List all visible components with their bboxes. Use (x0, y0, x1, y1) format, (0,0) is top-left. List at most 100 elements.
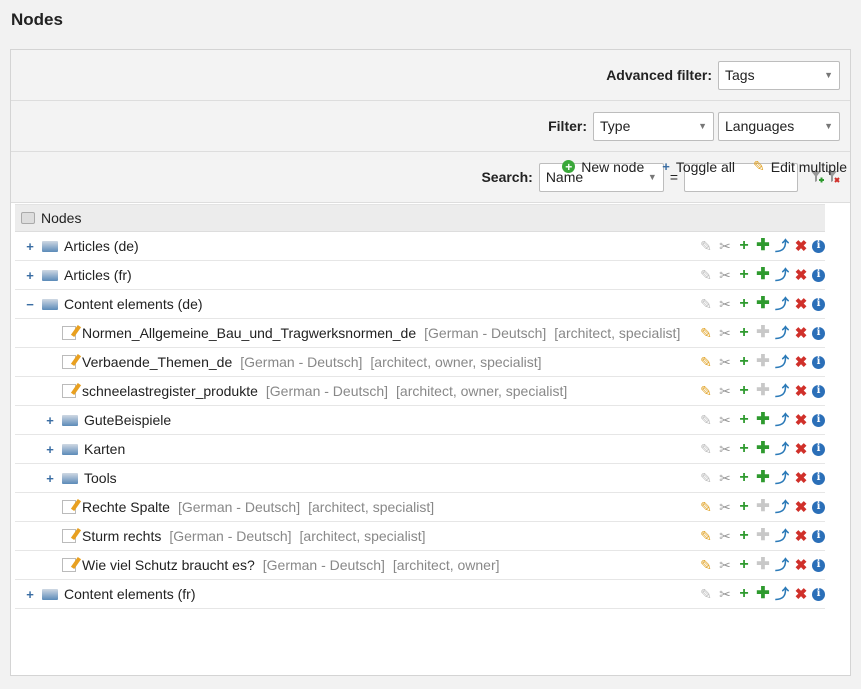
node-name[interactable]: Articles (fr) (64, 267, 132, 283)
delete-icon[interactable]: ✖ (793, 412, 809, 428)
delete-icon[interactable]: ✖ (793, 499, 809, 515)
delete-icon[interactable]: ✖ (793, 441, 809, 457)
node-name[interactable]: Articles (de) (64, 238, 139, 254)
info-icon[interactable]: i (812, 471, 825, 485)
add-child-icon[interactable]: ✚ (755, 441, 771, 457)
node-name[interactable]: Karten (84, 441, 125, 457)
info-icon[interactable]: i (812, 326, 825, 340)
pencil-icon[interactable]: ✎ (698, 557, 714, 573)
add-icon[interactable]: + (736, 412, 752, 428)
node-name[interactable]: Tools (84, 470, 117, 486)
edit-multiple-button[interactable]: ✎ Edit multiple (753, 158, 847, 175)
cut-icon[interactable]: ✂ (717, 441, 733, 457)
node-name[interactable]: Verbaende_Themen_de (82, 354, 232, 370)
tree-row-document[interactable]: Sturm rechts [German - Deutsch] [architect… (15, 522, 825, 551)
info-icon[interactable]: i (812, 558, 825, 572)
info-icon[interactable]: i (812, 384, 825, 398)
add-icon[interactable]: + (736, 325, 752, 341)
node-name[interactable]: Rechte Spalte (82, 499, 170, 515)
tree-row-folder[interactable]: + Tools ✎ ✂ + ✚ ⤴ ✖ i (15, 464, 825, 493)
cut-icon[interactable]: ✂ (717, 238, 733, 254)
tree-row-folder[interactable]: + Karten ✎ ✂ + ✚ ⤴ ✖ i (15, 435, 825, 464)
info-icon[interactable]: i (812, 239, 825, 253)
node-name[interactable]: Content elements (de) (64, 296, 203, 312)
expand-icon[interactable]: + (24, 587, 36, 602)
cut-icon[interactable]: ✂ (717, 296, 733, 312)
type-select[interactable]: Type ▼ (593, 111, 714, 141)
delete-icon[interactable]: ✖ (793, 354, 809, 370)
tree-row-folder[interactable]: + GuteBeispiele ✎ ✂ + ✚ ⤴ ✖ i (15, 406, 825, 435)
cut-icon[interactable]: ✂ (717, 586, 733, 602)
tags-select[interactable]: Tags ▼ (718, 60, 840, 90)
tree-row-folder[interactable]: + Articles (fr) ✎ ✂ + ✚ ⤴ ✖ i (15, 261, 825, 290)
add-icon[interactable]: + (736, 354, 752, 370)
delete-icon[interactable]: ✖ (793, 383, 809, 399)
expand-icon[interactable]: + (44, 413, 56, 428)
add-icon[interactable]: + (736, 470, 752, 486)
add-icon[interactable]: + (736, 557, 752, 573)
node-name[interactable]: GuteBeispiele (84, 412, 171, 428)
move-icon[interactable]: ⤴ (774, 296, 790, 312)
info-icon[interactable]: i (812, 442, 825, 456)
delete-icon[interactable]: ✖ (793, 586, 809, 602)
info-icon[interactable]: i (812, 587, 825, 601)
expand-icon[interactable]: + (24, 268, 36, 283)
cut-icon[interactable]: ✂ (717, 354, 733, 370)
info-icon[interactable]: i (812, 413, 825, 427)
collapse-icon[interactable]: − (24, 297, 36, 312)
tree-row-document[interactable]: schneelastregister_produkte [German - Deu… (15, 377, 825, 406)
move-icon[interactable]: ⤴ (774, 586, 790, 602)
move-icon[interactable]: ⤴ (774, 238, 790, 254)
tree-row-folder[interactable]: + Articles (de) ✎ ✂ + ✚ ⤴ ✖ i (15, 232, 825, 261)
tree-row-document[interactable]: Normen_Allgemeine_Bau_und_Tragwerksnorme… (15, 319, 825, 348)
tree-row-folder[interactable]: − Content elements (de) ✎ ✂ + ✚ ⤴ ✖ i (15, 290, 825, 319)
languages-select[interactable]: Languages ▼ (718, 111, 840, 141)
cut-icon[interactable]: ✂ (717, 470, 733, 486)
expand-icon[interactable]: + (24, 239, 36, 254)
expand-icon[interactable]: + (44, 442, 56, 457)
add-child-icon[interactable]: ✚ (755, 267, 771, 283)
node-name[interactable]: Wie viel Schutz braucht es? (82, 557, 255, 573)
expand-icon[interactable]: + (44, 471, 56, 486)
info-icon[interactable]: i (812, 297, 825, 311)
move-icon[interactable]: ⤴ (774, 354, 790, 370)
move-icon[interactable]: ⤴ (774, 383, 790, 399)
add-child-icon[interactable]: ✚ (755, 412, 771, 428)
add-child-icon[interactable]: ✚ (755, 238, 771, 254)
cut-icon[interactable]: ✂ (717, 412, 733, 428)
info-icon[interactable]: i (812, 529, 825, 543)
pencil-icon[interactable]: ✎ (698, 383, 714, 399)
delete-icon[interactable]: ✖ (793, 528, 809, 544)
move-icon[interactable]: ⤴ (774, 528, 790, 544)
new-node-button[interactable]: + New node (562, 159, 644, 175)
info-icon[interactable]: i (812, 500, 825, 514)
move-icon[interactable]: ⤴ (774, 557, 790, 573)
cut-icon[interactable]: ✂ (717, 528, 733, 544)
add-child-icon[interactable]: ✚ (755, 296, 771, 312)
move-icon[interactable]: ⤴ (774, 412, 790, 428)
tree-row-folder[interactable]: + Content elements (fr) ✎ ✂ + ✚ ⤴ ✖ i (15, 580, 825, 609)
move-icon[interactable]: ⤴ (774, 325, 790, 341)
toggle-all-button[interactable]: + Toggle all (662, 159, 735, 175)
cut-icon[interactable]: ✂ (717, 557, 733, 573)
add-icon[interactable]: + (736, 383, 752, 399)
info-icon[interactable]: i (812, 355, 825, 369)
pencil-icon[interactable]: ✎ (698, 528, 714, 544)
delete-icon[interactable]: ✖ (793, 267, 809, 283)
move-icon[interactable]: ⤴ (774, 441, 790, 457)
node-name[interactable]: schneelastregister_produkte (82, 383, 258, 399)
add-icon[interactable]: + (736, 586, 752, 602)
add-icon[interactable]: + (736, 296, 752, 312)
delete-icon[interactable]: ✖ (793, 470, 809, 486)
delete-icon[interactable]: ✖ (793, 296, 809, 312)
delete-icon[interactable]: ✖ (793, 238, 809, 254)
cut-icon[interactable]: ✂ (717, 325, 733, 341)
delete-icon[interactable]: ✖ (793, 557, 809, 573)
cut-icon[interactable]: ✂ (717, 267, 733, 283)
move-icon[interactable]: ⤴ (774, 499, 790, 515)
tree-row-document[interactable]: Verbaende_Themen_de [German - Deutsch] [ar… (15, 348, 825, 377)
node-name[interactable]: Normen_Allgemeine_Bau_und_Tragwerksnorme… (82, 325, 416, 341)
move-icon[interactable]: ⤴ (774, 267, 790, 283)
tree-row-document[interactable]: Rechte Spalte [German - Deutsch] [architec… (15, 493, 825, 522)
add-icon[interactable]: + (736, 528, 752, 544)
